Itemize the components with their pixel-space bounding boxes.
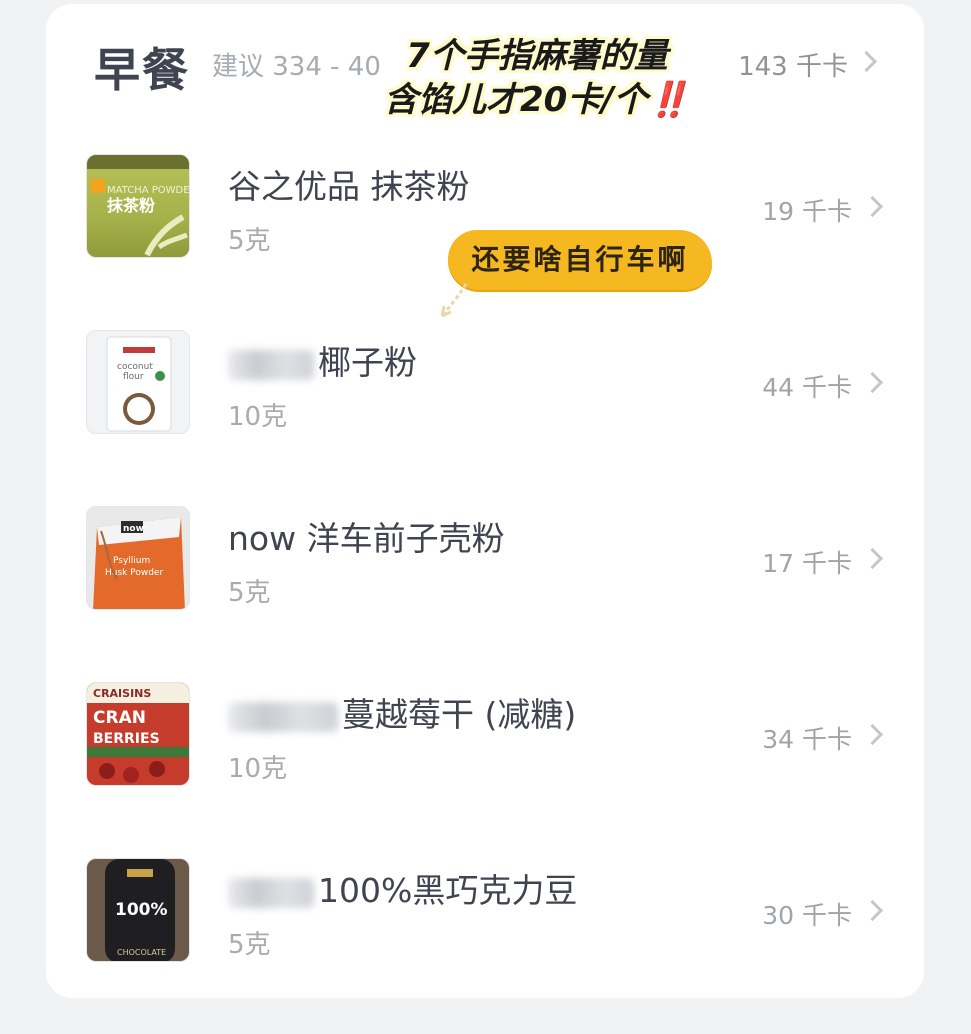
annotation-caption-line2: 含馅儿才20卡/个‼️ [372, 78, 702, 122]
food-amount: 10克 [228, 754, 288, 784]
svg-text:CRAN: CRAN [93, 708, 146, 728]
food-item-coconut-flour[interactable]: coconut flour 椰子粉 10克 44 千卡 [46, 330, 924, 506]
food-item-dark-chocolate[interactable]: 100% CHOCOLATE 100%黑巧克力豆 5克 30 千卡 [46, 858, 924, 1034]
annotation-caption-line2-text: 含馅儿才20卡/个 [383, 80, 648, 120]
food-calories: 19 千卡 [762, 197, 852, 226]
food-thumbnail: now Psyllium Husk Powder [86, 506, 190, 610]
chevron-right-icon [861, 195, 884, 218]
svg-text:CHOCOLATE: CHOCOLATE [117, 948, 166, 957]
food-name-text: 椰子粉 [318, 343, 417, 382]
food-name: 谷之优品 抹茶粉 [228, 167, 470, 206]
chevron-right-icon [861, 899, 884, 922]
blurred-brand [228, 877, 314, 908]
chevron-right-icon [855, 50, 878, 73]
meal-title: 早餐 [94, 43, 190, 97]
matcha-can-image: MATCHA POWDER 抹茶粉 [87, 155, 190, 257]
food-thumbnail: CRAISINS CRAN BERRIES [86, 682, 190, 786]
food-item-cranberries[interactable]: CRAISINS CRAN BERRIES 蔓越莓干 (减糖) 10克 34 千… [46, 682, 924, 858]
sticker-pointer-icon [440, 283, 468, 318]
food-calories: 30 千卡 [762, 901, 852, 930]
food-amount: 5克 [228, 578, 271, 608]
blurred-brand [228, 701, 338, 732]
svg-text:MATCHA POWDER: MATCHA POWDER [107, 185, 190, 196]
annotation-sticker: 还要啥自行车啊 [448, 230, 712, 290]
food-thumbnail: 100% CHOCOLATE [86, 858, 190, 962]
svg-text:Psyllium: Psyllium [113, 556, 150, 566]
annotation-caption: 7个手指麻薯的量 含馅儿才20卡/个‼️ [372, 34, 702, 122]
food-amount: 10克 [228, 402, 288, 432]
svg-text:抹茶粉: 抹茶粉 [107, 196, 155, 215]
svg-text:100%: 100% [115, 900, 168, 920]
meal-total-calories: 143 千卡 [738, 52, 848, 82]
food-calories: 34 千卡 [762, 725, 852, 754]
svg-text:BERRIES: BERRIES [93, 731, 160, 747]
food-name: 100%黑巧克力豆 [228, 864, 577, 912]
food-name: 椰子粉 [228, 336, 417, 384]
chocolate-bottle-image: 100% CHOCOLATE [105, 859, 175, 961]
svg-text:flour: flour [123, 372, 144, 382]
chevron-right-icon [861, 723, 884, 746]
chevron-right-icon [861, 371, 884, 394]
food-name: 蔓越莓干 (减糖) [228, 688, 576, 736]
food-amount: 5克 [228, 930, 271, 960]
annotation-caption-line1: 7个手指麻薯的量 [406, 36, 668, 76]
food-item-psyllium[interactable]: now Psyllium Husk Powder now 洋车前子壳粉 5克 1… [46, 506, 924, 682]
food-calories: 44 千卡 [762, 373, 852, 402]
food-name-text: 蔓越莓干 (减糖) [342, 695, 577, 734]
coconut-flour-bag-image: coconut flour [106, 336, 172, 432]
food-calories: 17 千卡 [762, 549, 852, 578]
food-thumbnail: coconut flour [86, 330, 190, 434]
blurred-brand [228, 349, 314, 380]
meal-card: 早餐 建议 334 - 40 143 千卡 MATCHA POWDER 抹茶粉 … [46, 4, 924, 998]
food-thumbnail: MATCHA POWDER 抹茶粉 [86, 154, 190, 258]
food-amount: 5克 [228, 226, 271, 256]
cranberries-bag-image: CRAISINS CRAN BERRIES [87, 683, 189, 783]
food-name-text: 100%黑巧克力豆 [318, 871, 578, 910]
chevron-right-icon [861, 547, 884, 570]
svg-text:now: now [123, 524, 144, 534]
double-exclamation-icon: ‼️ [647, 80, 691, 120]
food-name: now 洋车前子壳粉 [228, 519, 505, 558]
meal-suggested-range: 建议 334 - 40 [212, 52, 381, 82]
psyllium-bag-image: now Psyllium Husk Powder [93, 517, 185, 609]
svg-text:coconut: coconut [117, 362, 153, 372]
svg-text:CRAISINS: CRAISINS [93, 687, 151, 700]
